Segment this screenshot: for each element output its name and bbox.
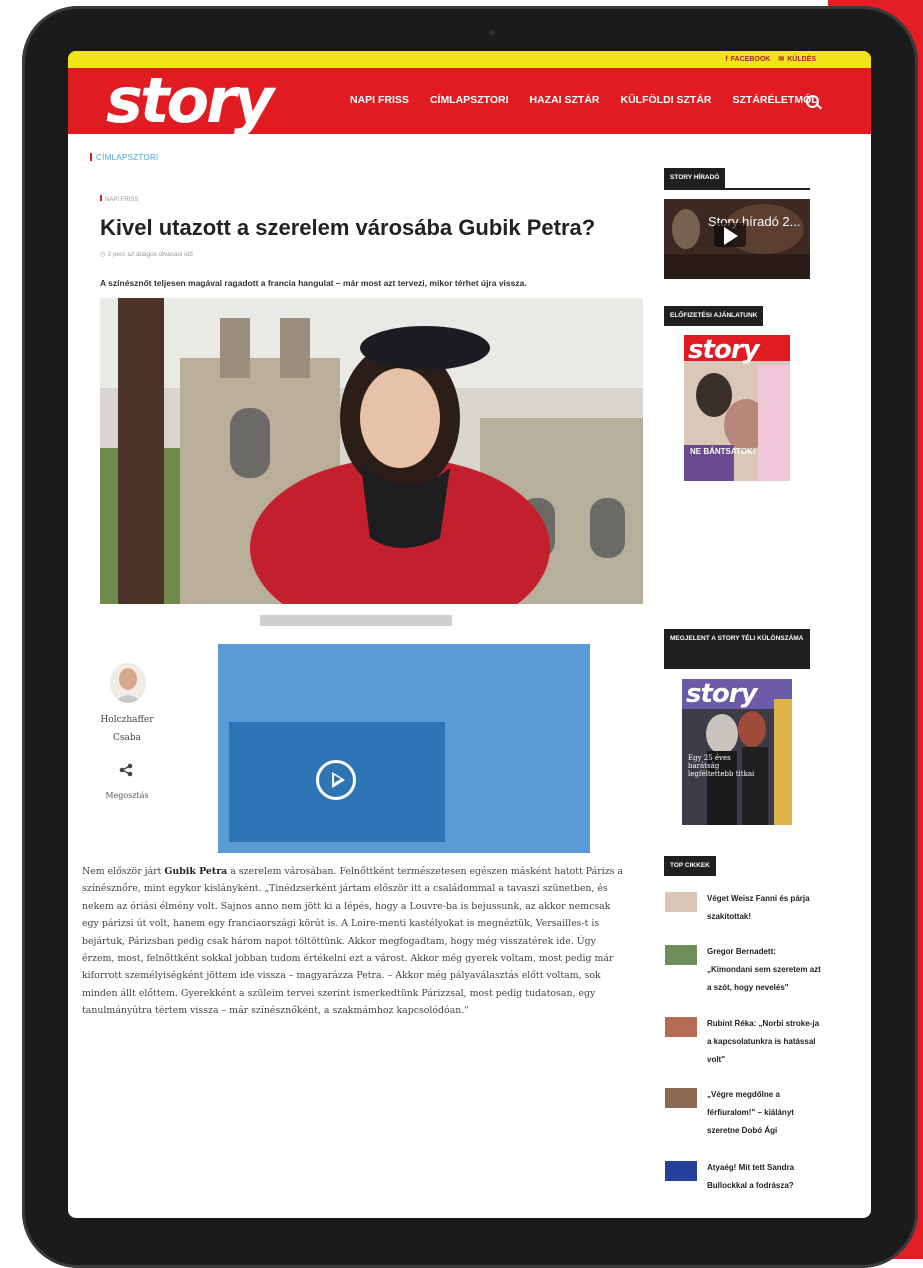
top-article[interactable]: Atyaég! Mit tett Sandra Bullockkal a fod… (665, 1159, 823, 1195)
reading-time: ◷ 2 perc az átlagos olvasási idő (100, 251, 193, 258)
author-name[interactable]: Holczhaffer Csaba (94, 711, 160, 747)
top-article[interactable]: „Végre megdőlne a férfiuralom!" – kiálán… (665, 1086, 823, 1140)
sidebar-heading-subscribe: ELŐFIZETÉSI AJÁNLATUNK (664, 306, 764, 326)
sidebar-heading-special: MEGJELENT A STORY TÉLI KÜLÖNSZÁMA (664, 629, 810, 669)
article-thumbnail[interactable] (665, 892, 697, 912)
magazine-masthead: story (688, 335, 760, 365)
magazine-cover[interactable]: story NE BÁNTSATOK! (684, 335, 790, 481)
top-article[interactable]: Rubint Réka: „Norbi stroke-ja a kapcsola… (665, 1015, 823, 1069)
nav-napi-friss[interactable]: NAPI FRISS (350, 94, 409, 106)
play-icon[interactable] (316, 760, 356, 800)
facebook-link[interactable]: f FACEBOOK (725, 55, 770, 63)
hero-image (100, 298, 643, 604)
image-caption-strip (260, 615, 452, 626)
article-thumbnail[interactable] (665, 1161, 697, 1181)
video-player[interactable] (218, 644, 590, 853)
article-lead: A színésznőt teljesen magával ragadott a… (100, 278, 527, 288)
magazine-headline: NE BÁNTSATOK! (690, 447, 756, 456)
search-icon[interactable] (806, 95, 819, 108)
article-thumbnail[interactable] (665, 1017, 697, 1037)
top-article[interactable]: Véget Weisz Fanni és párja szakítottak! (665, 890, 823, 926)
article-thumbnail[interactable] (665, 1088, 697, 1108)
share-label[interactable]: Megosztás (98, 791, 156, 800)
nav-kulfoldi-sztar[interactable]: KÜLFÖLDI SZTÁR (621, 94, 712, 106)
play-icon[interactable] (724, 227, 738, 245)
breadcrumb[interactable]: CÍMLAPSZTORI (90, 153, 159, 162)
share-icon[interactable] (119, 763, 133, 777)
special-issue-cover[interactable]: story Egy 25 éves barátság legféltettebb… (682, 679, 792, 825)
main-nav: NAPI FRISS CÍMLAPSZTORI HAZAI SZTÁR KÜLF… (350, 94, 819, 106)
sidebar-divider (664, 188, 810, 190)
article-title: Kivel utazott a szerelem városába Gubik … (100, 215, 596, 240)
article-thumbnail[interactable] (665, 945, 697, 965)
nav-cimlapsztori[interactable]: CÍMLAPSZTORI (430, 94, 509, 106)
sidebar-heading-top: TOP CIKKEK (664, 856, 716, 876)
video-preview[interactable] (229, 722, 445, 842)
facebook-icon: f (725, 55, 728, 63)
news-video[interactable]: Story híradó 2... (664, 199, 810, 279)
story-logo[interactable]: story (106, 68, 274, 134)
article-body: Nem először járt Gubik Petra a szerelem … (82, 866, 624, 1017)
top-article[interactable]: Gregor Bernadett: „Kimondani sem szerete… (665, 943, 823, 997)
author-avatar[interactable] (110, 663, 146, 703)
article-category[interactable]: NAPI FRISS (100, 195, 138, 203)
special-issue-headline: Egy 25 éves barátság legféltettebb titka… (688, 754, 755, 778)
send-link[interactable]: ✉ KÜLDÉS (778, 55, 816, 64)
header: story NAPI FRISS CÍMLAPSZTORI HAZAI SZTÁ… (68, 68, 871, 134)
sidebar-heading-news: STORY HÍRADÓ (664, 168, 726, 188)
browser-screen: f FACEBOOK ✉ KÜLDÉS story NAPI FRISS CÍMLA… (68, 51, 871, 1218)
mail-icon: ✉ (778, 56, 785, 63)
nav-hazai-sztar[interactable]: HAZAI SZTÁR (530, 94, 600, 106)
magazine-masthead: story (686, 679, 758, 709)
camera-dot (489, 30, 495, 36)
person-name: Gubik Petra (164, 866, 228, 877)
